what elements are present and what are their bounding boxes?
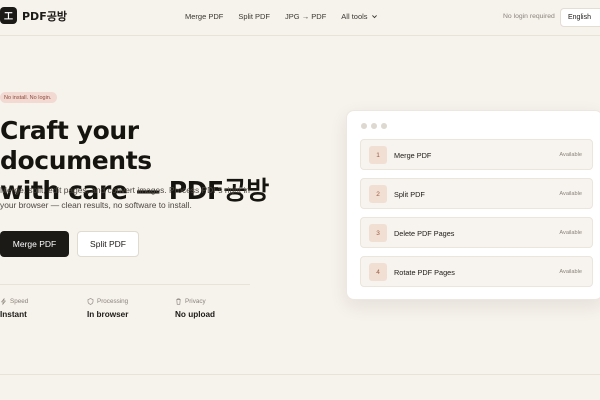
language-select[interactable]: English [560,8,600,27]
tool-status: Available [559,230,582,236]
chevron-down-icon [371,15,377,19]
section-divider [0,374,600,375]
bolt-icon [1,298,6,305]
window-dot [381,123,387,129]
hero-subtitle: Merge, split, edit pages, and convert im… [0,185,250,210]
hero-title-line1: Craft your documents [0,116,152,175]
window-dot [361,123,367,129]
window-dot [371,123,377,129]
stat-privacy: Privacy No upload [175,298,215,319]
stat-privacy-label: Privacy [185,298,206,305]
tool-row-delete-pages[interactable]: 3 Delete PDF Pages Available [360,217,593,248]
stat-processing: Processing In browser [87,298,128,319]
tool-status: Available [559,191,582,197]
stat-speed-label: Speed [10,298,29,305]
login-note: No login required [503,13,555,20]
tool-number: 2 [369,185,387,203]
trash-icon [176,298,181,305]
main-nav: Merge PDF Split PDF JPG → PDF All tools [185,12,393,21]
tool-name: Split PDF [394,190,425,199]
nav-split-pdf-label: Split PDF [238,12,271,21]
hero-divider [0,284,250,285]
brand-logo[interactable]: 工 PDF공방 [0,7,67,24]
tool-row-rotate-pages[interactable]: 4 Rotate PDF Pages Available [360,256,593,287]
nav-jpg-to-pdf[interactable]: JPG → PDF [285,12,326,21]
tool-row-split-pdf[interactable]: 2 Split PDF Available [360,178,593,209]
tool-number: 3 [369,224,387,242]
tool-name: Delete PDF Pages [394,229,455,238]
split-pdf-button[interactable]: Split PDF [77,231,139,257]
logo-icon: 工 [0,7,17,24]
hero-badge: No install. No login. [0,92,58,103]
shield-icon [87,298,94,305]
window-dots [361,123,391,129]
tool-number: 1 [369,146,387,164]
tool-name: Rotate PDF Pages [394,268,455,277]
merge-pdf-button[interactable]: Merge PDF [0,231,69,257]
nav-all-tools[interactable]: All tools [341,12,377,21]
tool-name: Merge PDF [394,151,432,160]
tool-row-merge-pdf[interactable]: 1 Merge PDF Available [360,139,593,170]
nav-split-pdf[interactable]: Split PDF [238,12,270,21]
tool-status: Available [559,152,582,158]
stat-processing-value: In browser [87,310,129,319]
stat-speed-value: Instant [0,310,27,319]
nav-merge-pdf[interactable]: Merge PDF [185,12,223,21]
brand-name: PDF공방 [22,9,67,23]
tool-number: 4 [369,263,387,281]
stat-privacy-value: No upload [175,310,216,319]
nav-jpg-to-pdf-label: JPG → PDF [285,12,327,21]
stat-processing-label: Processing [97,298,129,305]
tool-status: Available [559,269,582,275]
nav-all-tools-label: All tools [341,12,368,21]
site-header: 工 PDF공방 Merge PDF Split PDF JPG → PDF Al… [0,0,600,36]
stat-speed: Speed Instant [0,298,28,319]
tools-preview-card: 1 Merge PDF Available 2 Split PDF Availa… [346,110,600,300]
nav-merge-pdf-label: Merge PDF [185,12,224,21]
